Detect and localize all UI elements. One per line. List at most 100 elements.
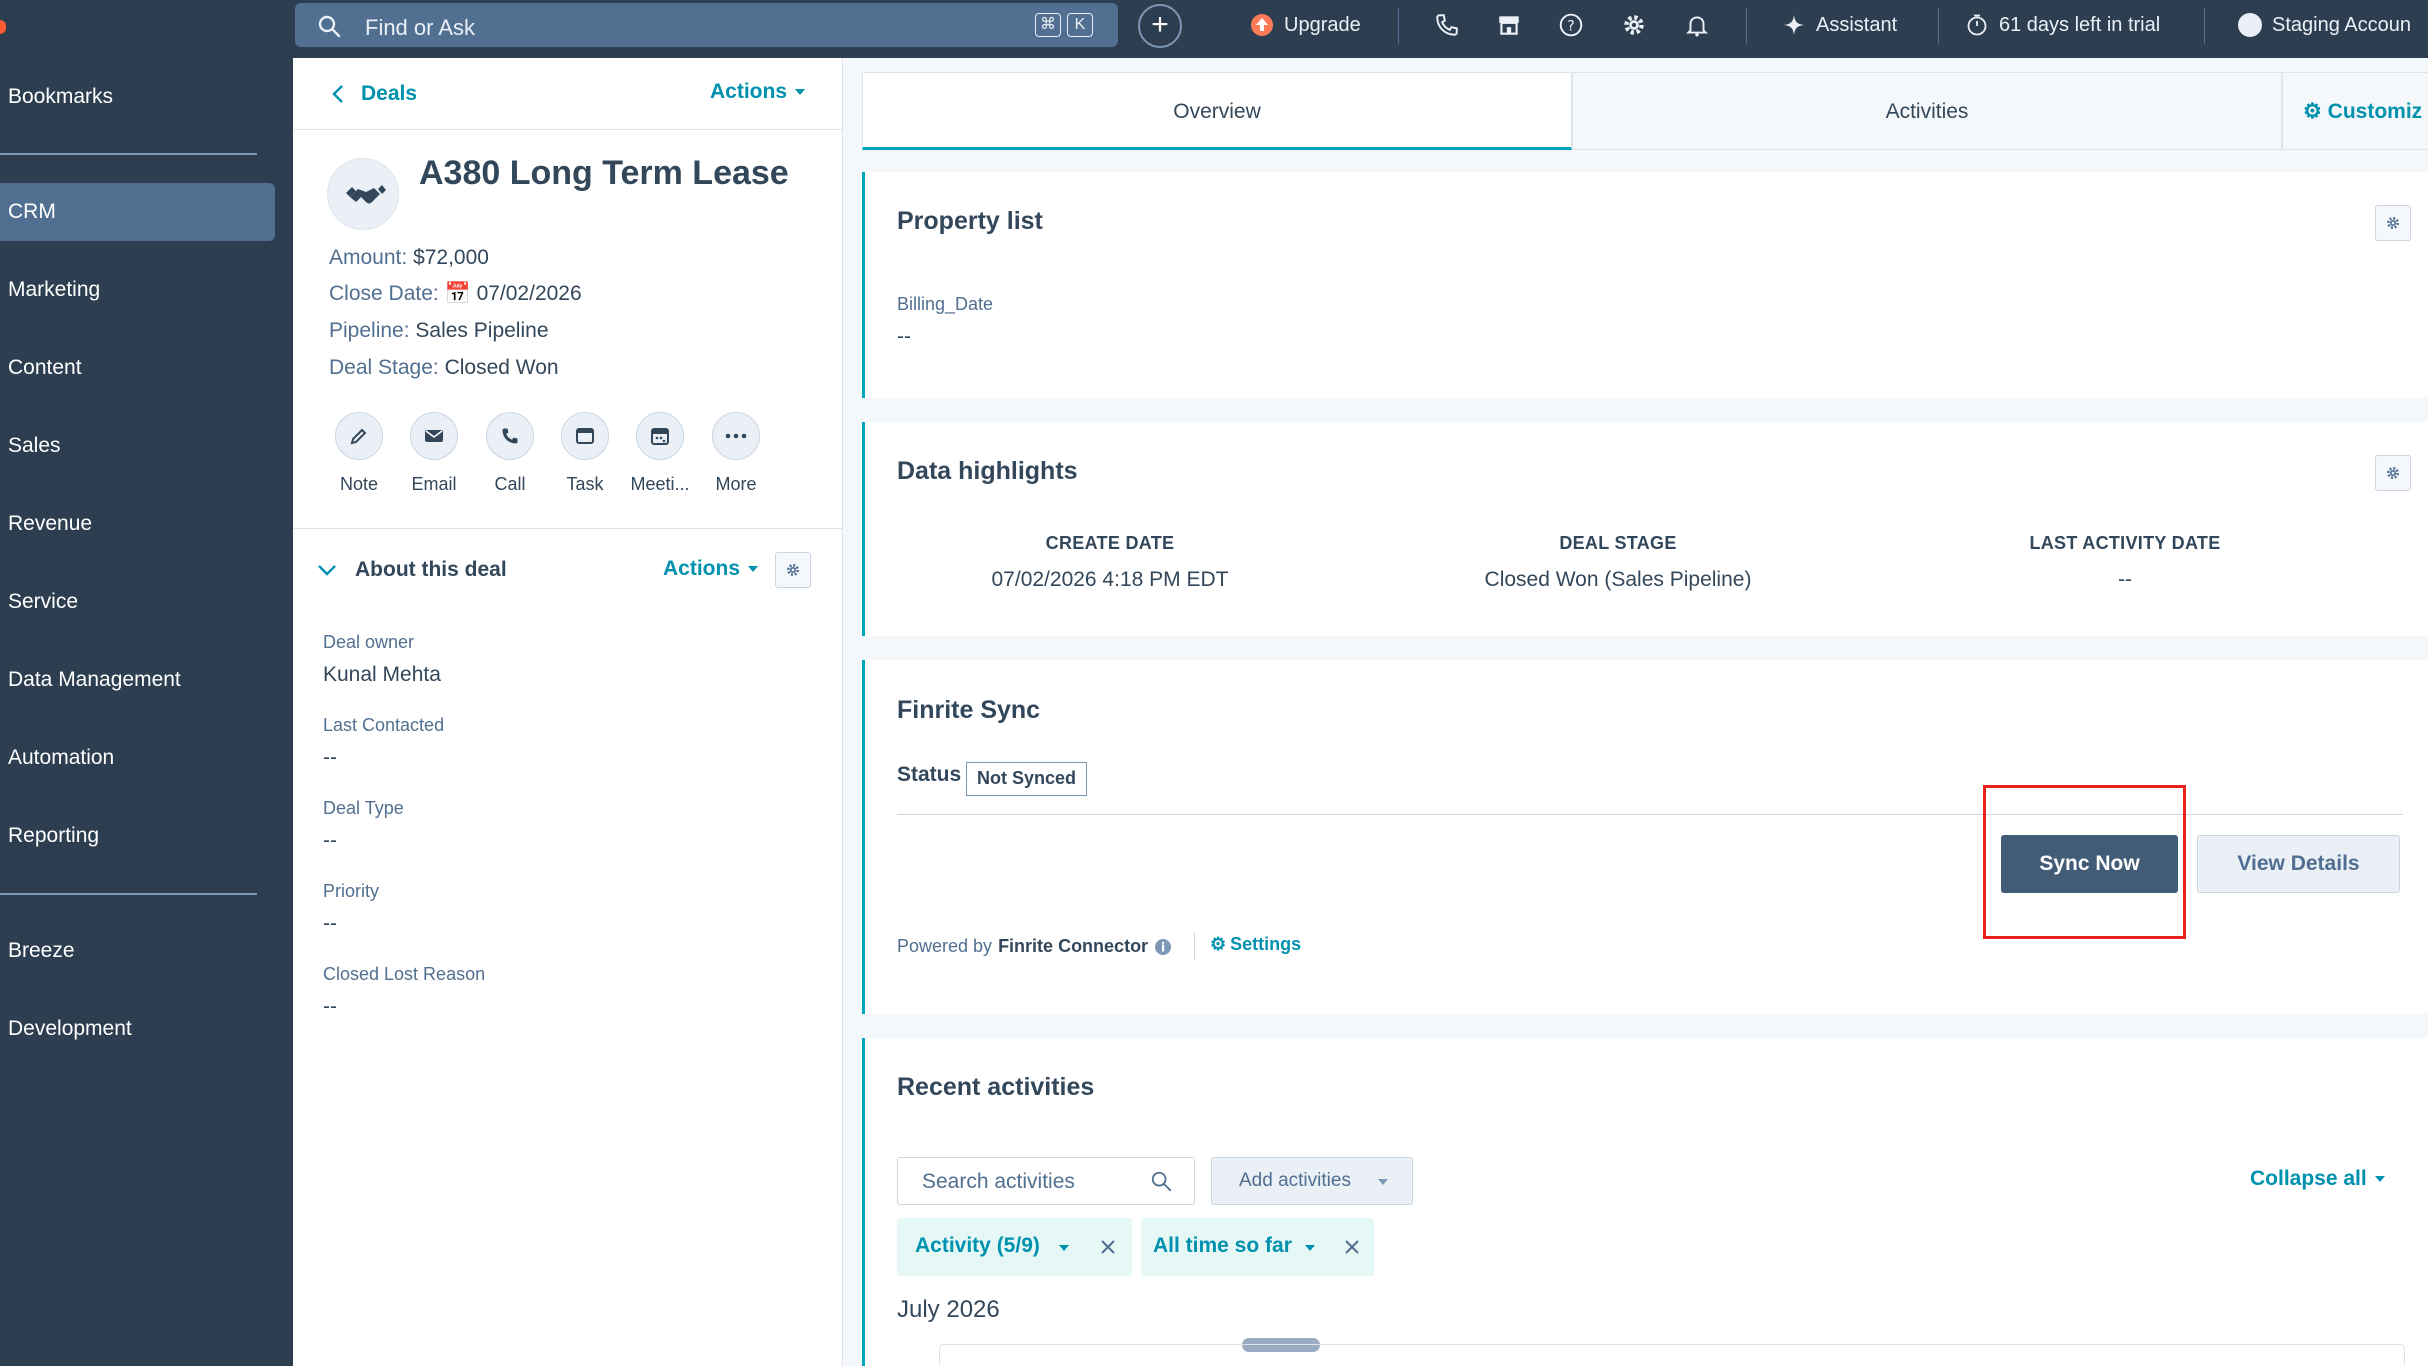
global-search[interactable]: Find or Ask ⌘ K — [295, 3, 1118, 47]
nav-item-breeze[interactable]: Breeze — [8, 939, 75, 963]
last-contacted-value[interactable]: -- — [323, 746, 337, 770]
finrite-sync-card: Finrite Sync Status Not Synced Sync Now … — [862, 660, 2428, 1014]
divider — [1398, 8, 1399, 44]
pipeline-value[interactable]: Sales Pipeline — [415, 319, 548, 342]
caret-down-icon — [1059, 1245, 1069, 1251]
task-icon — [576, 428, 594, 444]
status-badge: Not Synced — [966, 762, 1088, 796]
finrite-settings-link[interactable]: ⚙ Settings — [1210, 934, 1301, 955]
search-activities-input[interactable]: Search activities — [897, 1157, 1195, 1205]
pencil-note-icon — [350, 428, 367, 445]
nav-divider — [0, 153, 257, 155]
nav-item-data-management[interactable]: Data Management — [8, 668, 181, 692]
property-list-card: Property list Billing_Date -- — [862, 172, 2428, 398]
view-details-button[interactable]: View Details — [2197, 835, 2400, 893]
tab-overview[interactable]: Overview — [862, 72, 1572, 150]
nav-item-reporting[interactable]: Reporting — [8, 824, 99, 848]
more-action-label: More — [715, 474, 757, 494]
time-filter-label: All time so far — [1153, 1234, 1292, 1257]
recent-activities-title: Recent activities — [897, 1073, 1095, 1101]
tab-activities[interactable]: Activities — [1572, 72, 2282, 150]
billing-date-value[interactable]: -- — [897, 325, 911, 349]
month-heading: July 2026 — [897, 1296, 1000, 1323]
nav-item-development[interactable]: Development — [8, 1017, 132, 1041]
close-date-value[interactable]: 07/02/2026 — [477, 282, 582, 305]
gear-icon — [2387, 217, 2399, 229]
time-filter-chip[interactable]: All time so far — [1141, 1218, 1374, 1276]
priority-value[interactable]: -- — [323, 912, 337, 936]
deal-type-value[interactable]: -- — [323, 829, 337, 853]
notification-bell-icon[interactable] — [1684, 12, 1710, 38]
close-icon[interactable] — [1100, 1239, 1116, 1255]
property-list-title: Property list — [897, 207, 1043, 235]
task-action-button[interactable]: Task — [547, 412, 623, 495]
divider — [1938, 8, 1939, 44]
record-actions-dropdown[interactable]: Actions — [710, 80, 806, 104]
note-action-button[interactable]: Note — [321, 412, 397, 495]
deal-owner-value[interactable]: Kunal Mehta — [323, 663, 441, 687]
settings-gear-icon[interactable] — [1621, 12, 1647, 38]
collapse-all-dropdown[interactable]: Collapse all — [2250, 1167, 2385, 1191]
nav-item-crm[interactable]: CRM — [8, 200, 56, 224]
account-menu[interactable]: Staging Accoun — [2238, 13, 2411, 37]
search-icon — [1151, 1171, 1172, 1192]
assistant-label: Assistant — [1816, 13, 1898, 36]
divider — [293, 528, 843, 529]
about-settings-button[interactable] — [775, 552, 811, 588]
deal-stage-highlight-value: Closed Won (Sales Pipeline) — [1484, 568, 1752, 591]
nav-item-content[interactable]: Content — [8, 356, 82, 380]
more-action-button[interactable]: More — [698, 412, 774, 495]
data-highlights-settings-button[interactable] — [2375, 455, 2411, 491]
tab-customize[interactable]: ⚙ Customiz — [2282, 72, 2428, 150]
customize-gear-icon: ⚙ — [2303, 100, 2322, 123]
create-date-value: 07/02/2026 4:18 PM EDT — [991, 568, 1229, 591]
search-placeholder: Find or Ask — [365, 15, 476, 40]
closed-lost-reason-value[interactable]: -- — [323, 995, 337, 1019]
create-new-button[interactable]: + — [1138, 4, 1182, 48]
about-actions-dropdown[interactable]: Actions — [663, 557, 759, 581]
search-activities-placeholder: Search activities — [922, 1170, 1075, 1193]
close-date-property: Close Date: 📅 07/02/2026 — [329, 282, 582, 306]
nav-item-sales[interactable]: Sales — [8, 434, 61, 458]
close-icon[interactable] — [1344, 1239, 1360, 1255]
nav-item-revenue[interactable]: Revenue — [8, 512, 92, 536]
account-label: Staging Accoun — [2272, 13, 2411, 36]
deal-avatar — [327, 158, 399, 230]
note-action-label: Note — [339, 474, 379, 494]
divider — [1746, 8, 1747, 44]
shortcut-cmd-key: ⌘ — [1035, 13, 1061, 37]
data-highlights-card: Data highlights CREATE DATE 07/02/2026 4… — [862, 422, 2428, 636]
meeting-action-button[interactable]: Meeti... — [622, 412, 698, 495]
property-list-settings-button[interactable] — [2375, 205, 2411, 241]
back-to-deals-link[interactable]: Deals — [331, 82, 417, 106]
ellipsis-icon — [725, 433, 747, 439]
nav-item-bookmarks[interactable]: Bookmarks — [8, 85, 113, 109]
upgrade-button[interactable]: Upgrade — [1250, 13, 1361, 37]
activity-filter-chip[interactable]: Activity (5/9) — [897, 1218, 1132, 1276]
trial-timer[interactable]: 61 days left in trial — [1965, 13, 2160, 37]
nav-divider — [0, 893, 257, 895]
gear-icon — [787, 564, 799, 576]
nav-item-automation[interactable]: Automation — [8, 746, 114, 770]
marketplace-icon[interactable] — [1496, 12, 1522, 38]
about-section-title: About this deal — [355, 558, 507, 581]
assistant-button[interactable]: Assistant — [1782, 13, 1897, 37]
deal-title: A380 Long Term Lease — [419, 154, 789, 192]
nav-item-marketing[interactable]: Marketing — [8, 278, 100, 302]
sparkle-icon — [1784, 15, 1804, 35]
nav-item-service[interactable]: Service — [8, 590, 78, 614]
caret-down-icon — [1305, 1245, 1315, 1251]
about-section-toggle[interactable]: About this deal — [317, 558, 507, 582]
email-action-button[interactable]: Email — [396, 412, 472, 495]
add-activities-dropdown[interactable]: Add activities — [1211, 1157, 1413, 1205]
email-action-label: Email — [411, 474, 457, 494]
handshake-icon — [346, 185, 386, 204]
amount-value[interactable]: $72,000 — [413, 246, 489, 269]
help-icon[interactable]: ? — [1558, 12, 1584, 38]
call-action-button[interactable]: Call — [472, 412, 548, 495]
phone-icon[interactable] — [1434, 12, 1460, 38]
finrite-sync-title: Finrite Sync — [897, 696, 1041, 724]
info-icon[interactable]: i — [1154, 938, 1172, 956]
actions-label: Actions — [710, 80, 788, 103]
deal-stage-value[interactable]: Closed Won — [445, 356, 559, 379]
